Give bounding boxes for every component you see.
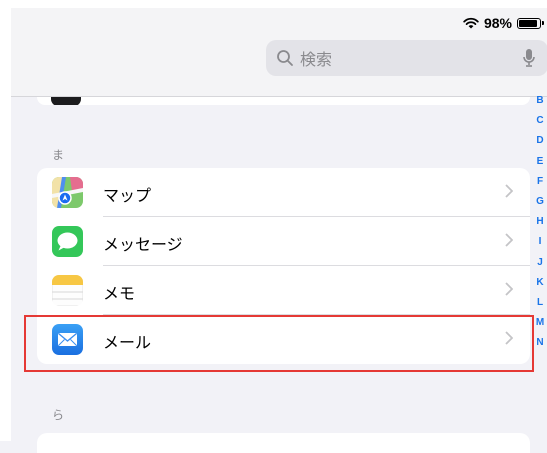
maps-app-icon bbox=[52, 177, 83, 208]
notes-app-icon bbox=[52, 275, 83, 306]
microphone-icon[interactable] bbox=[522, 48, 536, 68]
messages-app-icon bbox=[52, 226, 83, 257]
battery-percentage: 98% bbox=[483, 15, 512, 31]
section-index-letter[interactable]: K bbox=[533, 277, 547, 288]
wifi-icon bbox=[463, 17, 479, 29]
status-bar: 98% bbox=[463, 15, 544, 31]
maps-label: マップ bbox=[103, 186, 152, 205]
section-index-letter[interactable]: B bbox=[533, 95, 547, 106]
notes-label: メモ bbox=[103, 284, 136, 303]
section-index-letter[interactable]: J bbox=[533, 257, 547, 268]
messages-label: メッセージ bbox=[103, 235, 183, 254]
section-index-letter[interactable]: N bbox=[533, 337, 547, 348]
section-index-letter[interactable]: D bbox=[533, 135, 547, 146]
mail-row-highlight bbox=[24, 315, 534, 372]
battery-icon bbox=[517, 17, 544, 29]
section-index-letter[interactable]: G bbox=[533, 196, 547, 207]
settings-group-ra bbox=[37, 433, 530, 453]
section-index-letter[interactable]: F bbox=[533, 176, 547, 187]
battery-level bbox=[519, 19, 537, 27]
settings-row-messages[interactable]: メッセージ bbox=[37, 217, 530, 266]
section-index-letter[interactable]: M bbox=[533, 317, 547, 328]
search-field[interactable]: 検索 bbox=[266, 40, 547, 76]
chevron-right-icon bbox=[505, 233, 513, 247]
chevron-right-icon bbox=[505, 184, 513, 198]
section-index-letter[interactable]: H bbox=[533, 216, 547, 227]
top-frame bbox=[0, 0, 547, 8]
left-frame bbox=[0, 0, 11, 441]
chevron-right-icon bbox=[505, 282, 513, 296]
search-placeholder: 検索 bbox=[300, 50, 333, 69]
magnifying-glass-icon bbox=[277, 50, 293, 66]
section-index-letter[interactable]: C bbox=[533, 115, 547, 126]
settings-row-notes[interactable]: メモ bbox=[37, 266, 530, 315]
section-header-ma: ま bbox=[52, 148, 65, 162]
section-header-ra: ら bbox=[52, 408, 65, 422]
section-index-letter[interactable]: E bbox=[533, 156, 547, 167]
settings-row-maps[interactable]: マップ bbox=[37, 168, 530, 217]
section-index-letter[interactable]: I bbox=[533, 236, 547, 247]
navigation-bar: 98% 検索 bbox=[11, 8, 547, 97]
section-index-letter[interactable]: L bbox=[533, 297, 547, 308]
